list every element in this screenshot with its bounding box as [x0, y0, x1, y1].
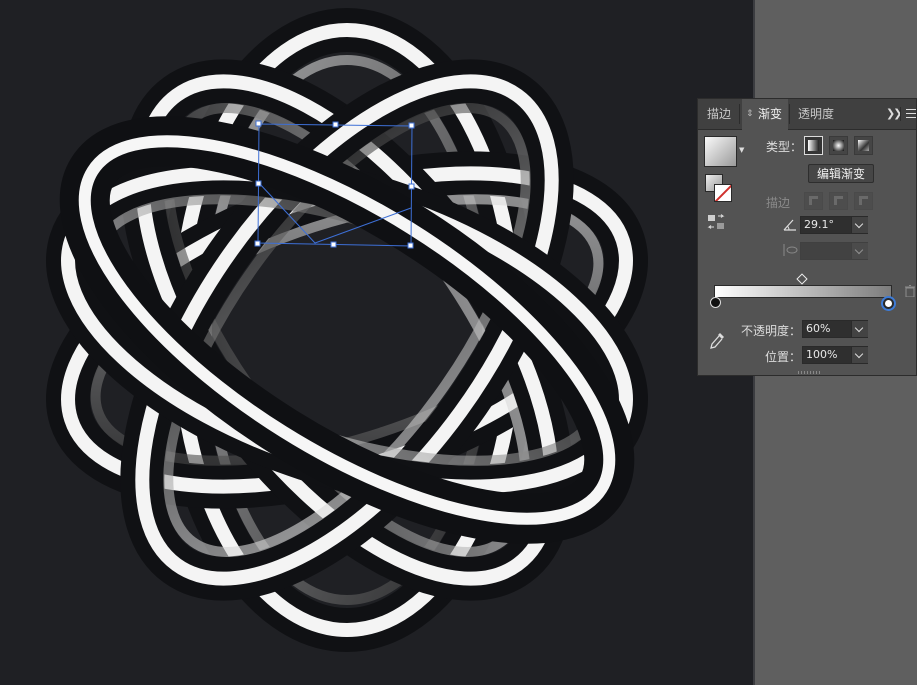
location-label: 位置： [765, 350, 802, 364]
tab-transparency[interactable]: 透明度 [798, 99, 834, 129]
freeform-gradient-icon [858, 140, 869, 151]
double-chevron-right-icon[interactable]: ❯❯ [886, 107, 903, 120]
stroke-within-icon [809, 196, 818, 205]
stroke-along-icon [834, 196, 843, 205]
opacity-input[interactable]: 60% [803, 321, 852, 337]
eyedropper-icon[interactable] [709, 332, 725, 350]
panel-menu-icon[interactable] [906, 109, 916, 121]
aspect-ratio-icon [783, 244, 798, 256]
location-field[interactable]: 100% [802, 346, 868, 364]
stroke-label: 描边 [766, 196, 791, 210]
edit-gradient-button[interactable]: 编辑渐变 [808, 164, 874, 183]
location-input[interactable]: 100% [803, 347, 852, 363]
knot-artwork[interactable] [0, 0, 755, 685]
radial-gradient-icon [833, 140, 844, 151]
trash-icon[interactable] [905, 285, 915, 297]
aspect-ratio-dropdown [851, 243, 868, 259]
angle-field[interactable]: 29.1° [800, 216, 868, 234]
linear-gradient-button[interactable] [804, 136, 823, 155]
angle-input[interactable]: 29.1° [801, 217, 852, 233]
chevron-down-icon[interactable]: ▼ [739, 146, 744, 154]
gradient-preview-swatch[interactable] [704, 136, 737, 167]
gradient-slider[interactable] [714, 285, 892, 298]
linear-gradient-icon [808, 140, 819, 151]
artboard-canvas[interactable] [0, 0, 755, 685]
sort-arrows-icon: ⇕ [746, 109, 754, 119]
radial-gradient-button[interactable] [829, 136, 848, 155]
tab-stroke[interactable]: 描边 [707, 99, 731, 129]
type-label: 类型： [766, 140, 803, 154]
tab-divider [739, 104, 740, 124]
location-dropdown[interactable] [851, 347, 868, 363]
freeform-gradient-button[interactable] [854, 136, 873, 155]
reverse-gradient-icon[interactable] [707, 214, 725, 230]
opacity-dropdown[interactable] [851, 321, 868, 337]
tab-divider [900, 107, 901, 121]
gradient-midpoint-handle[interactable] [796, 273, 808, 285]
aspect-ratio-input [801, 243, 852, 259]
angle-dropdown[interactable] [851, 217, 868, 233]
aspect-ratio-field [800, 242, 868, 260]
panel-resize-grip[interactable] [798, 371, 820, 374]
stroke-none-swatch[interactable] [714, 184, 732, 202]
stroke-across-button[interactable] [854, 192, 873, 210]
opacity-field[interactable]: 60% [802, 320, 868, 338]
stroke-within-button[interactable] [804, 192, 823, 210]
gradient-stop-left[interactable] [710, 297, 721, 308]
tab-gradient-label: 渐变 [758, 107, 783, 121]
gradient-panel[interactable]: 描边 ⇕ 渐变 透明度 ❯❯ ▼ 类型： 编辑渐变 描边 29.1° 不透明度：… [697, 98, 917, 376]
panel-tabbar: 描边 ⇕ 渐变 透明度 ❯❯ [698, 99, 916, 130]
tab-gradient[interactable]: ⇕ 渐变 [742, 99, 788, 130]
opacity-label: 不透明度： [741, 324, 802, 338]
angle-icon [783, 219, 796, 231]
tab-divider [789, 104, 790, 124]
stroke-along-button[interactable] [829, 192, 848, 210]
gradient-stop-right-selected[interactable] [881, 296, 896, 311]
stroke-across-icon [859, 196, 868, 205]
